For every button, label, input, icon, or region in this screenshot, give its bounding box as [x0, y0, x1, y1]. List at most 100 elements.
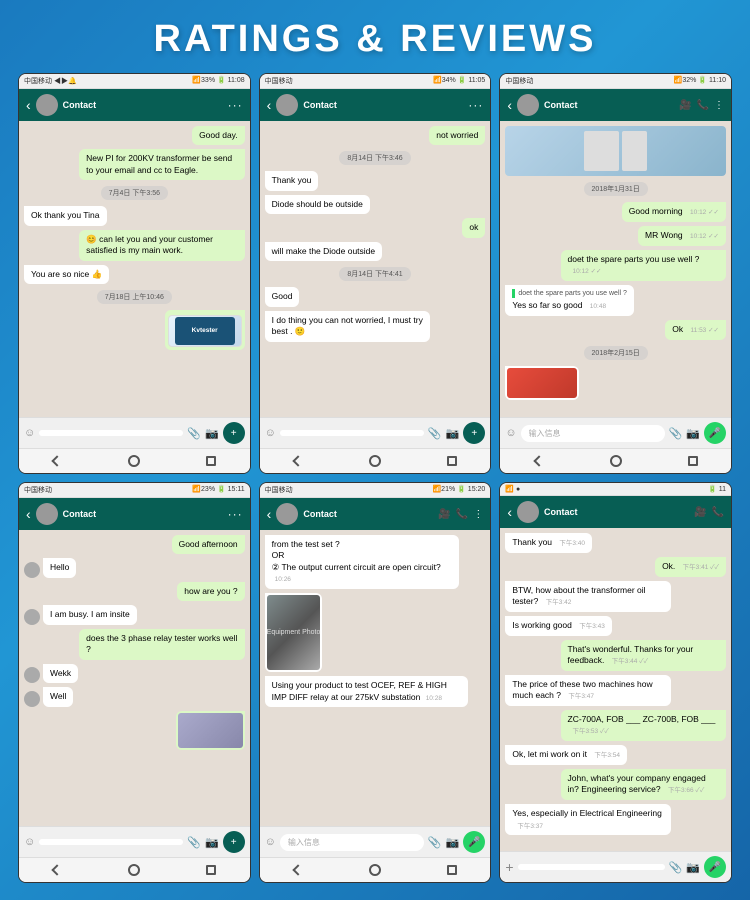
emoji-icon-1[interactable]: ☺: [24, 427, 35, 439]
input-box-3[interactable]: 输入信息: [521, 425, 665, 442]
nav-back-3[interactable]: [531, 453, 547, 469]
attach-icon-3[interactable]: 📎: [669, 427, 683, 440]
input-box-2[interactable]: [280, 430, 424, 436]
input-box-5[interactable]: 输入信息: [280, 834, 424, 851]
nav-bar-4: [19, 857, 250, 882]
camera-icon-2[interactable]: 📷: [446, 427, 460, 440]
nav-bar-5: [260, 857, 491, 882]
add-icon-6[interactable]: +: [505, 859, 513, 875]
chat-header-2[interactable]: ‹ Contact ···: [260, 89, 491, 121]
call-icon-5[interactable]: 📞: [456, 509, 468, 520]
nav-bar-2: [260, 448, 491, 473]
chat-input-2[interactable]: ☺ 📎 📷 +: [260, 417, 491, 448]
chat-input-3[interactable]: ☺ 输入信息 📎 📷 🎤: [500, 417, 731, 448]
camera-icon-1[interactable]: 📷: [205, 427, 219, 440]
msg-in-s2-4: Good: [265, 287, 300, 306]
nav-square-1[interactable]: [203, 453, 219, 469]
chat-header-4[interactable]: ‹ Contact ···: [19, 498, 250, 530]
input-box-1[interactable]: [39, 430, 183, 436]
chat-area-3: 2018年1月31日 Good morning 10:12 ✓✓ MR Wong…: [500, 121, 731, 417]
camera-icon-6[interactable]: 📷: [686, 861, 700, 874]
send-btn-4[interactable]: +: [223, 831, 245, 853]
status-bar-3: 中国移动 📶32% 🔋 11:10: [500, 74, 731, 89]
dots-menu-4[interactable]: ···: [228, 507, 243, 521]
nav-back-2[interactable]: [290, 453, 306, 469]
emoji-icon-5[interactable]: ☺: [265, 836, 276, 848]
carrier-6: 📶 ●: [505, 485, 520, 493]
video-icon-5[interactable]: 🎥: [438, 509, 450, 520]
carrier-5: 中国移动: [265, 485, 293, 495]
nav-home-2[interactable]: [367, 453, 383, 469]
nav-back-5[interactable]: [290, 862, 306, 878]
msg-in-img-s3: [505, 366, 579, 400]
msg-in-s6-5: Ok, let mi work on it 下午3:54: [505, 745, 627, 765]
send-btn-5[interactable]: 🎤: [463, 831, 485, 853]
attach-icon-1[interactable]: 📎: [187, 427, 201, 440]
send-btn-3[interactable]: 🎤: [704, 422, 726, 444]
chat-header-6[interactable]: ‹ Contact 🎥 📞: [500, 496, 731, 528]
call-icon-6[interactable]: 📞: [712, 507, 724, 518]
call-icon-3[interactable]: 📞: [697, 100, 709, 111]
emoji-icon-2[interactable]: ☺: [265, 427, 276, 439]
attach-icon-4[interactable]: 📎: [187, 836, 201, 849]
chat-input-4[interactable]: ☺ 📎 📷 +: [19, 826, 250, 857]
carrier-1: 中国移动 ◀▶🔔: [24, 76, 77, 86]
msg-in-s5-2: Using your product to test OCEF, REF & H…: [265, 676, 468, 707]
emoji-icon-3[interactable]: ☺: [505, 427, 516, 439]
nav-square-2[interactable]: [444, 453, 460, 469]
send-btn-2[interactable]: +: [463, 422, 485, 444]
chat-input-5[interactable]: ☺ 输入信息 📎 📷 🎤: [260, 826, 491, 857]
msg-in-s6-2: BTW, how about the transformer oil teste…: [505, 581, 671, 612]
attach-icon-6[interactable]: 📎: [669, 861, 683, 874]
nav-square-4[interactable]: [203, 862, 219, 878]
msg-in-s3-1: doet the spare parts you use well ? Yes …: [505, 285, 634, 316]
back-icon-1[interactable]: ‹: [26, 97, 31, 113]
attach-icon-2[interactable]: 📎: [428, 427, 442, 440]
nav-home-5[interactable]: [367, 862, 383, 878]
camera-icon-4[interactable]: 📷: [205, 836, 219, 849]
header-icons-3: 🎥 📞 ⋮: [679, 100, 724, 111]
nav-home-4[interactable]: [126, 862, 142, 878]
back-icon-4[interactable]: ‹: [26, 506, 31, 522]
send-btn-6[interactable]: 🎤: [704, 856, 726, 878]
nav-back-1[interactable]: [49, 453, 65, 469]
nav-home-3[interactable]: [608, 453, 624, 469]
avatar-1: [36, 94, 58, 116]
chat-input-1[interactable]: ☺ 📎 📷 +: [19, 417, 250, 448]
msg-img-s5: Equipment Photo: [265, 593, 323, 672]
chat-header-1[interactable]: ‹ Contact ···: [19, 89, 250, 121]
attach-icon-5[interactable]: 📎: [428, 836, 442, 849]
nav-square-3[interactable]: [685, 453, 701, 469]
video-icon-6[interactable]: 🎥: [694, 507, 706, 518]
back-icon-6[interactable]: ‹: [507, 504, 512, 520]
nav-home-1[interactable]: [126, 453, 142, 469]
input-box-6[interactable]: [518, 864, 665, 870]
send-btn-1[interactable]: +: [223, 422, 245, 444]
header-icons-5: 🎥 📞 ⋮: [438, 509, 483, 520]
phones-grid: 中国移动 ◀▶🔔 📶33% 🔋 11:08 ‹ Contact ··· Good…: [0, 73, 750, 893]
dots-icon-3[interactable]: ⋮: [714, 100, 724, 111]
msg-out-img-s4: [176, 711, 245, 750]
back-icon-2[interactable]: ‹: [267, 97, 272, 113]
msg-out-s6-4: John, what's your company engaged in? En…: [561, 769, 727, 800]
camera-icon-5[interactable]: 📷: [446, 836, 460, 849]
date-div-s3-1: 2018年1月31日: [584, 182, 648, 196]
chat-area-6: Thank you 下午3:40 Ok. 下午3:41 ✓✓ BTW, how …: [500, 528, 731, 851]
chat-header-3[interactable]: ‹ Contact 🎥 📞 ⋮: [500, 89, 731, 121]
msg-out-s2-2: ok: [462, 218, 485, 237]
back-icon-3[interactable]: ‹: [507, 97, 512, 113]
back-icon-5[interactable]: ‹: [267, 506, 272, 522]
video-icon-3[interactable]: 🎥: [679, 100, 691, 111]
chat-input-6[interactable]: + 📎 📷 🎤: [500, 851, 731, 882]
nav-back-4[interactable]: [49, 862, 65, 878]
input-box-4[interactable]: [39, 839, 183, 845]
dots-menu-1[interactable]: ···: [228, 98, 243, 112]
nav-square-5[interactable]: [444, 862, 460, 878]
dots-icon-5[interactable]: ⋮: [473, 509, 483, 520]
status-bar-6: 📶 ● 🔋 11: [500, 483, 731, 496]
chat-header-5[interactable]: ‹ Contact 🎥 📞 ⋮: [260, 498, 491, 530]
msg-in-2: You are so nice 👍: [24, 265, 109, 284]
camera-icon-3[interactable]: 📷: [686, 427, 700, 440]
emoji-icon-4[interactable]: ☺: [24, 836, 35, 848]
dots-menu-2[interactable]: ···: [468, 98, 483, 112]
